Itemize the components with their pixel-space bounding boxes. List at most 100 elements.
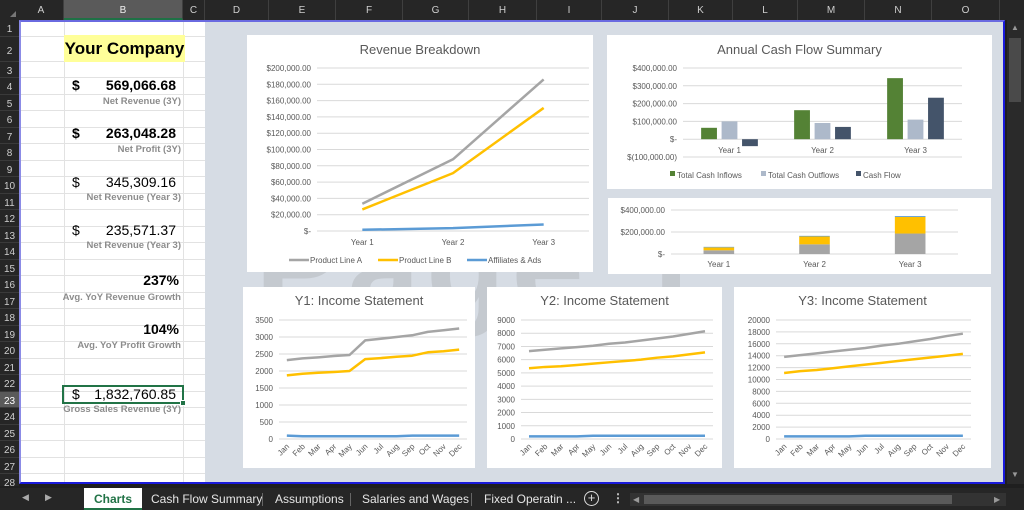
bar xyxy=(835,126,851,140)
kpi-label: Gross Sales Revenue (3Y) xyxy=(63,404,181,415)
vertical-scroll-thumb[interactable] xyxy=(1009,38,1021,102)
column-header-m[interactable]: M xyxy=(798,0,865,20)
horizontal-scrollbar[interactable]: ◀ ▶ xyxy=(630,493,1006,506)
kpi-net-revenue-year3-b[interactable]: $ 235,571.37 xyxy=(64,222,182,239)
vertical-ellipsis-icon[interactable]: ⋮ xyxy=(612,491,624,505)
horizontal-scroll-thumb[interactable] xyxy=(644,495,952,504)
column-header-l[interactable]: L xyxy=(733,0,798,20)
column-header-g[interactable]: G xyxy=(403,0,469,20)
legend-label: Affiliates & Ads xyxy=(488,256,541,265)
y-tick-label: 20000 xyxy=(748,316,771,325)
row-header-4[interactable]: 4 xyxy=(0,78,19,95)
kpi-net-revenue-3y[interactable]: $ 569,066.68 xyxy=(64,77,182,94)
revenue-breakdown-chart[interactable]: Revenue Breakdown $- $20,000.00 $40,000.00 $… xyxy=(247,35,593,272)
y1-income-chart[interactable]: Y1: Income Statement 0 500 1000 1500 2000 2500… xyxy=(243,287,475,468)
row-header-11[interactable]: 11 xyxy=(0,194,19,210)
bar-segment xyxy=(703,247,735,251)
scroll-left-icon[interactable]: ◀ xyxy=(633,495,639,504)
row-header-16[interactable]: 16 xyxy=(0,276,19,293)
row-header-25[interactable]: 25 xyxy=(0,425,19,441)
stacked-revenue-chart[interactable]: $- $200,000.00 $400,000.00 Year 1 Year 2 Year… xyxy=(608,198,991,274)
row-header-6[interactable]: 6 xyxy=(0,111,19,128)
row-header-22[interactable]: 22 xyxy=(0,375,19,392)
column-header-e[interactable]: E xyxy=(269,0,336,20)
column-header-i[interactable]: I xyxy=(537,0,602,20)
row-header-8[interactable]: 8 xyxy=(0,144,19,161)
row-header-13[interactable]: 13 xyxy=(0,227,19,243)
column-header-j[interactable]: J xyxy=(602,0,669,20)
column-header-c[interactable]: C xyxy=(183,0,205,20)
row-header-26[interactable]: 26 xyxy=(0,441,19,458)
column-header-o[interactable]: O xyxy=(932,0,1000,20)
row-header-21[interactable]: 21 xyxy=(0,359,19,375)
row-header-7[interactable]: 7 xyxy=(0,128,19,144)
y-tick-label: 2500 xyxy=(255,350,273,359)
scroll-right-icon[interactable]: ▶ xyxy=(994,495,1000,504)
y-tick-label: 4000 xyxy=(752,411,770,420)
vertical-scrollbar[interactable]: ▲ ▼ xyxy=(1007,20,1024,484)
triangle-left-icon[interactable]: ◀ xyxy=(22,492,29,503)
x-tick-label: Feb xyxy=(789,442,806,459)
row-header-3[interactable]: 3 xyxy=(0,62,19,78)
bar-segment xyxy=(894,233,926,254)
kpi-gross-sales-revenue[interactable]: $ 1,832,760.85 xyxy=(64,386,182,403)
x-tick-label: Apr xyxy=(566,442,581,457)
row-header-15[interactable]: 15 xyxy=(0,260,19,276)
profit-growth-value[interactable]: 104% xyxy=(64,321,179,337)
y-tick-label: 0 xyxy=(269,435,274,444)
y3-income-chart[interactable]: Y3: Income Statement 0 2000 4000 6000 8000 100… xyxy=(734,287,991,468)
kpi-label: Net Profit (3Y) xyxy=(117,144,181,155)
company-name-cell[interactable]: Your Company xyxy=(64,35,185,62)
column-header-d[interactable]: D xyxy=(205,0,269,20)
row-header-5[interactable]: 5 xyxy=(0,95,19,111)
row-header-19[interactable]: 19 xyxy=(0,326,19,342)
column-header-b[interactable]: B xyxy=(64,0,183,20)
triangle-right-icon[interactable]: ▶ xyxy=(45,492,52,503)
row-header-24[interactable]: 24 xyxy=(0,408,19,425)
y-tick-label: 1500 xyxy=(255,384,273,393)
plus-circle-icon[interactable]: + xyxy=(584,491,599,506)
row-header-1[interactable]: 1 xyxy=(0,20,19,37)
scroll-up-icon[interactable]: ▲ xyxy=(1011,23,1019,32)
column-header-h[interactable]: H xyxy=(469,0,537,20)
y-tick-label: 1000 xyxy=(255,401,273,410)
tab-charts[interactable]: Charts xyxy=(84,488,143,510)
column-header-f[interactable]: F xyxy=(336,0,403,20)
row-header-12[interactable]: 12 xyxy=(0,210,19,227)
column-header-k[interactable]: K xyxy=(669,0,733,20)
tab-salaries-and-wages[interactable]: Salaries and Wages xyxy=(352,488,479,510)
row-header-9[interactable]: 9 xyxy=(0,161,19,177)
row-header-2[interactable]: 2 xyxy=(0,37,19,62)
chart-title: Y3: Income Statement xyxy=(798,293,927,308)
row-header-10[interactable]: 10 xyxy=(0,177,19,194)
row-header-17[interactable]: 17 xyxy=(0,293,19,309)
kpi-net-profit-3y[interactable]: $ 263,048.28 xyxy=(64,125,182,142)
select-all-button[interactable] xyxy=(0,0,19,20)
revenue-growth-value[interactable]: 237% xyxy=(64,272,179,288)
x-tick-label: Jun xyxy=(854,442,869,457)
y-tick-label: $200,000.00 xyxy=(633,100,678,109)
tab-separator xyxy=(262,493,263,506)
y-tick-label: 3000 xyxy=(255,333,273,342)
scroll-down-icon[interactable]: ▼ xyxy=(1011,470,1019,479)
profit-growth-label: Avg. YoY Profit Growth xyxy=(77,340,181,351)
row-header-20[interactable]: 20 xyxy=(0,342,19,359)
x-tick-label: Year 1 xyxy=(351,238,374,247)
y-tick-label: $200,000.00 xyxy=(621,228,666,237)
x-tick-label: Aug xyxy=(629,442,645,458)
y2-income-chart[interactable]: Y2: Income Statement 0 1000 2000 3000 4000 500… xyxy=(487,287,722,468)
tab-cash-flow-summary[interactable]: Cash Flow Summary xyxy=(141,488,272,510)
row-header-18[interactable]: 18 xyxy=(0,309,19,326)
tab-fixed-operating[interactable]: Fixed Operatin ... xyxy=(474,488,586,510)
column-header-n[interactable]: N xyxy=(865,0,932,20)
tab-assumptions[interactable]: Assumptions xyxy=(265,488,354,510)
column-header-a[interactable]: A xyxy=(19,0,64,20)
annual-cash-flow-chart[interactable]: Annual Cash Flow Summary $(100,000.00) $- $… xyxy=(607,35,992,189)
chart-title: Y2: Income Statement xyxy=(540,293,669,308)
row-header-23[interactable]: 23 xyxy=(0,391,19,408)
kpi-net-revenue-year3[interactable]: $ 345,309.16 xyxy=(64,174,182,191)
row-header-27[interactable]: 27 xyxy=(0,458,19,474)
tab-separator xyxy=(471,493,472,506)
row-header-14[interactable]: 14 xyxy=(0,243,19,260)
x-tick-label: May xyxy=(337,442,354,459)
